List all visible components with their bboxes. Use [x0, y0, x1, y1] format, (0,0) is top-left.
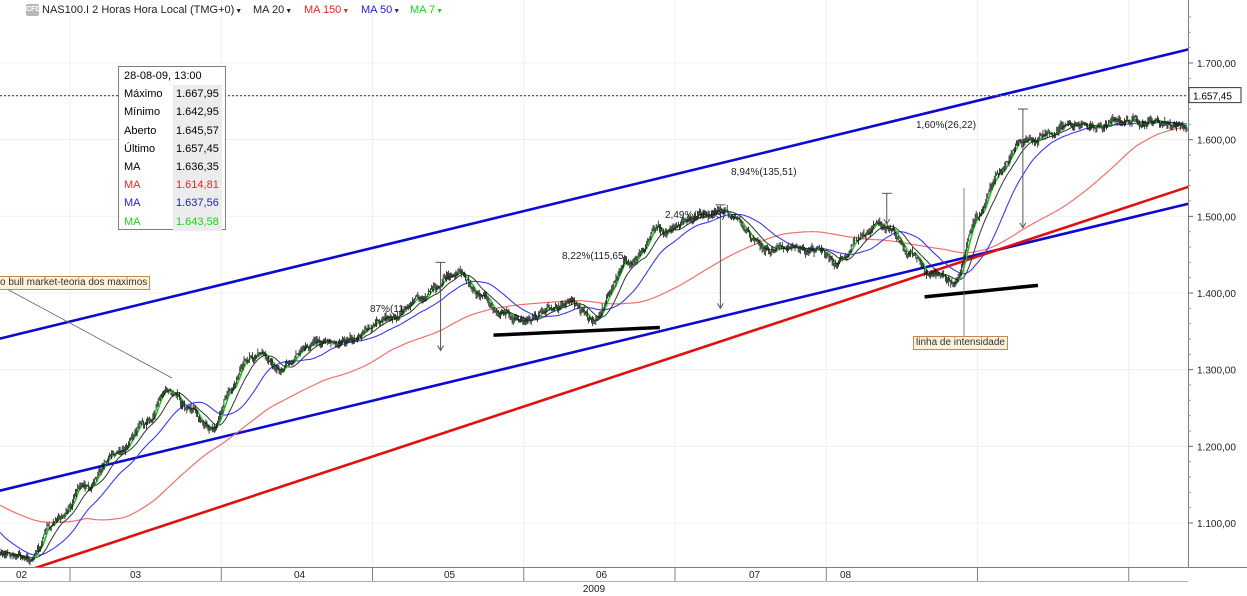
data-window-date: 28-08-09, 13:00: [124, 70, 202, 82]
annotation-bull-market[interactable]: o bull market-teoria dos maximos: [0, 276, 151, 290]
chevron-down-icon: ▼: [235, 8, 243, 15]
x-tick-label: 05: [444, 570, 456, 581]
x-tick-label: 02: [16, 570, 28, 581]
data-window-row: Último 1.657,45: [119, 139, 225, 158]
data-window: 28-08-09, 13:00 Máximo 1.667,95 Mínimo 1.6…: [118, 66, 226, 231]
measure-label: 1,60%(26,22): [916, 120, 977, 131]
year-label: 2009: [583, 584, 606, 595]
data-window-row: MA 1.637,56: [119, 194, 225, 213]
indicator-label: MA 20: [253, 4, 285, 16]
y-tick-label: 1.100,00: [1197, 519, 1236, 530]
measure-label: 87%(11: [370, 304, 404, 315]
indicator-ma7[interactable]: MA 7▼: [410, 0, 443, 22]
x-tick-label: 07: [749, 570, 761, 581]
y-tick-label: 1.400,00: [1197, 289, 1236, 300]
chart-header: CFD NAS100.I 2 Horas Hora Local (TMG+0)▼…: [0, 0, 1188, 20]
y-tick-label: 1.300,00: [1197, 366, 1236, 377]
indicator-label: MA 7: [410, 4, 436, 16]
x-tick-label: 06: [596, 570, 608, 581]
symbol-label: NAS100.I 2 Horas Hora Local (TMG+0): [42, 4, 235, 16]
data-window-row: Aberto 1.645,57: [119, 121, 225, 140]
indicator-ma20[interactable]: MA 20▼: [253, 0, 292, 22]
indicator-ma150[interactable]: MA 150▼: [304, 0, 349, 22]
indicator-ma50[interactable]: MA 50▼: [361, 0, 400, 22]
indicator-label: MA 150: [304, 4, 342, 16]
data-window-row: MA 1.614,81: [119, 176, 225, 195]
annotation-intensity[interactable]: linha de intensidade: [913, 336, 1008, 350]
cfd-logo-icon: CFD: [26, 4, 40, 16]
chevron-down-icon: ▼: [285, 8, 293, 15]
symbol-dropdown[interactable]: NAS100.I 2 Horas Hora Local (TMG+0)▼: [42, 0, 242, 22]
y-tick-label: 1.200,00: [1197, 442, 1236, 453]
y-tick-label: 1.600,00: [1197, 136, 1236, 147]
data-window-row: MA 1.643,58: [119, 212, 225, 231]
data-window-row: Mínimo 1.642,95: [119, 103, 225, 122]
x-tick-label: 03: [130, 570, 142, 581]
data-window-row: MA 1.636,35: [119, 157, 225, 177]
data-window-row: Máximo 1.667,95: [119, 85, 225, 104]
y-tick-label: 1.500,00: [1197, 212, 1236, 223]
measure-label: 8,94%(135,51): [731, 167, 797, 178]
chevron-down-icon: ▼: [342, 8, 350, 15]
measure-label: 2,49%(38,03): [665, 210, 726, 221]
measure-label: 8,22%(115,65: [562, 251, 624, 262]
y-tick-label: 1.700,00: [1197, 59, 1236, 70]
x-tick-label: 08: [840, 570, 852, 581]
last-price-label: 1.657,45: [1193, 92, 1232, 103]
chevron-down-icon: ▼: [436, 8, 444, 15]
indicator-label: MA 50: [361, 4, 393, 16]
chevron-down-icon: ▼: [393, 8, 401, 15]
x-tick-label: 04: [294, 570, 306, 581]
